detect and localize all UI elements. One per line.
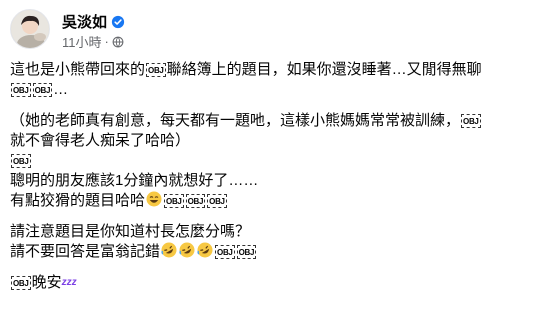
meta-separator: ·	[104, 34, 109, 49]
author-name[interactable]: 吳淡如	[62, 11, 107, 32]
obj-placeholder-icon: OBJ	[11, 154, 31, 168]
text-segment: …	[53, 81, 69, 98]
post-line-5: OBJ	[10, 151, 530, 171]
text-segment: 請不要回答是富翁記錯	[10, 243, 161, 260]
obj-placeholder-icon: OBJ	[164, 194, 184, 208]
post-timestamp[interactable]: 11小時	[62, 32, 102, 51]
post-line-8: 請注意題目是你知道村長怎麼分嗎？	[10, 222, 530, 242]
obj-placeholder-icon: OBJ	[215, 245, 235, 259]
obj-placeholder-icon: OBJ	[185, 194, 206, 208]
post-line-10: OBJ 晚安zzz	[10, 273, 530, 293]
obj-placeholder-icon: OBJ	[32, 83, 53, 97]
text-segment: 有點狡猾的題目哈哈	[10, 192, 146, 209]
post-line-1: 這也是小熊帶回來的 OBJ 聯絡簿上的題目，如果你還沒睡著…又閒得無聊	[10, 60, 530, 80]
post-line-7: 有點狡猾的題目哈哈 OBJ OBJ OBJ	[10, 191, 530, 211]
obj-placeholder-icon: OBJ	[236, 245, 257, 259]
post-line-3: （她的老師真有創意，每天都有一題吔，這樣小熊媽媽常常被訓練， OBJ	[10, 111, 530, 131]
post-line-9: 請不要回答是富翁記錯 OBJ OBJ	[10, 242, 530, 262]
text-segment: （她的老師真有創意，每天都有一題吔，這樣小熊媽媽常常被訓練，	[10, 112, 461, 129]
rolling-laughing-emoji	[197, 242, 213, 258]
rolling-laughing-emoji	[161, 242, 177, 258]
obj-placeholder-icon: OBJ	[11, 276, 31, 290]
text-segment: 聰明的朋友應該1分鐘內就想好了……	[10, 172, 259, 189]
post-body: 這也是小熊帶回來的 OBJ 聯絡簿上的題目，如果你還沒睡著…又閒得無聊 OBJ OBJ…	[10, 60, 530, 293]
obj-placeholder-icon: OBJ	[461, 114, 481, 128]
post-line-4: 就不會得老人痴呆了哈哈）	[10, 131, 530, 151]
grinning-emoji	[146, 191, 162, 207]
post-line-2: OBJ OBJ…	[10, 80, 530, 100]
obj-placeholder-icon: OBJ	[207, 194, 227, 208]
text-segment: 聯絡簿上的題目，如果你還沒睡著…又閒得無聊	[166, 61, 482, 78]
rolling-laughing-emoji	[179, 242, 195, 258]
text-segment: 就不會得老人痴呆了哈哈）	[10, 132, 191, 149]
post-line-6: 聰明的朋友應該1分鐘內就想好了……	[10, 171, 530, 191]
avatar-image	[11, 10, 49, 48]
avatar[interactable]	[10, 9, 50, 49]
text-segment: 這也是小熊帶回來的	[10, 61, 146, 78]
post-header: 吳淡如 11小時 ·	[10, 9, 530, 53]
text-segment: 請注意題目是你知道村長怎麼分嗎？	[10, 223, 251, 240]
obj-placeholder-icon: OBJ	[11, 83, 31, 97]
sleeping-zzz-icon: zzz	[61, 277, 77, 288]
globe-icon[interactable]	[112, 36, 124, 48]
text-segment: 晚安	[31, 274, 62, 291]
verified-badge-icon	[111, 15, 125, 28]
obj-placeholder-icon: OBJ	[146, 63, 166, 77]
